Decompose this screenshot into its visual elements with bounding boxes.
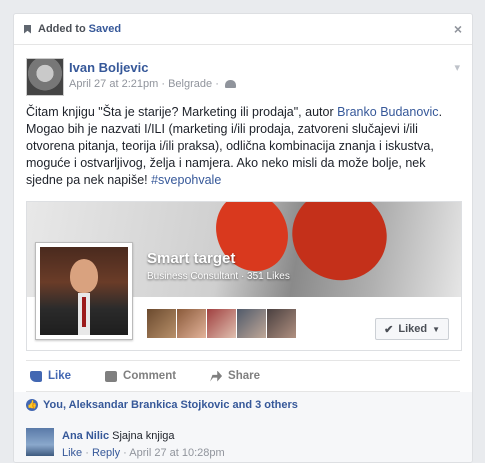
commenter-name[interactable]: Ana Nilic [62,430,109,442]
saved-prefix: Added to [38,23,86,35]
saved-link[interactable]: Saved [89,23,121,35]
comment-icon [105,370,118,382]
page-profile-photo[interactable] [35,242,133,340]
post-actions: Like Comment Share [26,360,460,392]
like-reaction-icon: 👍 [26,399,38,411]
checkmark-icon: ✔ [384,323,394,336]
shared-page-card[interactable]: Smart target Business Consultant · 351 L… [26,201,462,351]
comment-timestamp[interactable]: April 27 at 10:28pm [129,447,224,459]
friend-thumbnail[interactable] [237,309,266,338]
comment-button[interactable]: Comment [105,370,176,382]
friend-thumbnail[interactable] [177,309,206,338]
boxing-glove-image [279,202,400,294]
comment-actions: Like · Reply · April 27 at 10:28pm [62,447,225,459]
post-card: Added to Saved × Ivan Boljevic April 27 … [13,13,473,463]
post-timestamp[interactable]: April 27 at 2:21pm [69,78,158,90]
friend-thumbnail[interactable] [267,309,296,338]
liked-button[interactable]: ✔ Liked ▼ [375,318,449,340]
caret-down-icon: ▼ [432,324,440,334]
comment-like-link[interactable]: Like [62,447,82,459]
like-button[interactable]: Like [30,370,71,382]
mention-link[interactable]: Branko Budanovic [337,105,438,119]
saved-notification-bar: Added to Saved × [14,14,472,45]
page-title[interactable]: Smart target [147,250,235,267]
close-icon[interactable]: × [454,21,462,37]
commenter-avatar[interactable] [26,428,54,456]
likes-summary-text[interactable]: You, Aleksandar Brankica Stojkovic and 3… [43,399,298,411]
bookmark-icon [24,24,31,34]
post-header: Ivan Boljevic April 27 at 2:21pm · Belgr… [14,45,472,97]
comment-reply-link[interactable]: Reply [92,447,120,459]
comment-item: Ana Nilic Sjajna knjiga Like · Reply · A… [14,418,472,462]
comment-text: Sjajna knjiga [112,430,175,442]
likes-summary: 👍 You, Aleksandar Brankica Stojkovic and… [14,392,472,419]
author-name[interactable]: Ivan Boljevic [69,60,148,75]
author-avatar[interactable] [26,58,64,96]
thumbs-up-icon [30,370,42,382]
post-location[interactable]: Belgrade [168,78,212,90]
page-subtitle: Business Consultant · 351 Likes [147,271,290,282]
friend-thumbnail[interactable] [207,309,236,338]
friend-thumbnail[interactable] [147,309,176,338]
chevron-down-icon[interactable]: ▾ [454,61,460,74]
post-text: Čitam knjigu "Šta je starije? Marketing … [26,105,443,187]
friends-who-like [147,309,296,338]
hashtag-link[interactable]: #svepohvale [151,173,221,187]
share-button[interactable]: Share [210,370,260,382]
post-meta: April 27 at 2:21pm · Belgrade · [69,78,236,90]
friends-audience-icon[interactable] [224,80,236,89]
share-arrow-icon [210,370,223,382]
